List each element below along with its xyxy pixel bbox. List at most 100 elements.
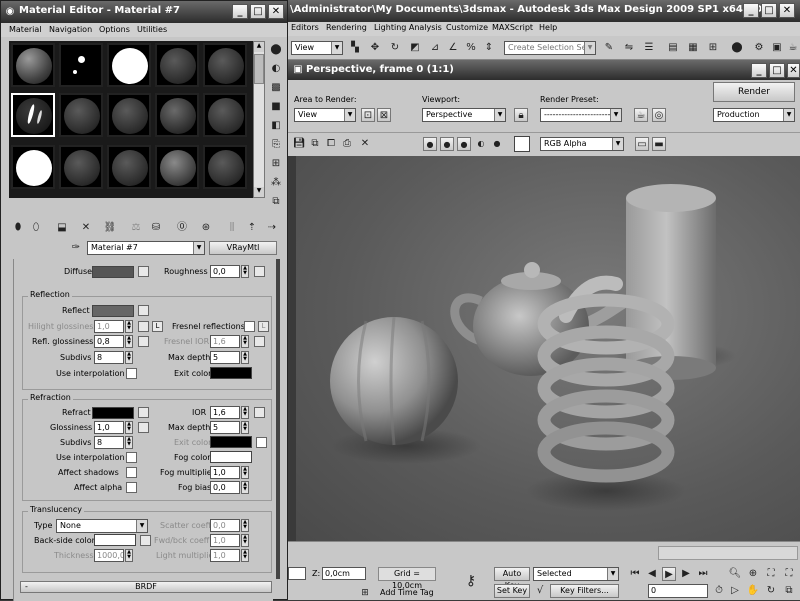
- light-multiplier-field[interactable]: 1,0: [210, 549, 240, 562]
- sample-slot-8[interactable]: [107, 93, 151, 137]
- affect-shadows-checkbox[interactable]: [126, 467, 137, 478]
- refr-exit-color-checkbox[interactable]: [256, 437, 267, 448]
- options-icon[interactable]: ⊞: [269, 157, 283, 171]
- red-channel-icon[interactable]: ●: [423, 137, 437, 151]
- edit-region-icon[interactable]: ⊡: [361, 108, 375, 122]
- fresnel-ior-spinner[interactable]: ▲ ▼: [241, 335, 249, 348]
- save-image-icon[interactable]: 💾︎: [292, 137, 306, 151]
- show-map-in-viewport-icon[interactable]: ⊛: [199, 221, 213, 235]
- sample-slot-2[interactable]: [59, 43, 103, 87]
- fog-color-swatch[interactable]: [210, 451, 252, 463]
- prev-frame-icon[interactable]: ◀: [645, 567, 659, 581]
- copy-material-icon[interactable]: ⛓: [103, 221, 117, 235]
- hilight-glossiness-spinner[interactable]: ▲ ▼: [125, 320, 133, 333]
- quick-render-icon[interactable]: ☕: [786, 41, 800, 55]
- pan-icon[interactable]: ✋: [746, 584, 760, 598]
- view-select[interactable]: View ▼: [291, 41, 343, 55]
- make-unique-icon[interactable]: ⚖: [129, 221, 143, 235]
- mono-channel-icon[interactable]: ●: [490, 137, 504, 151]
- hilight-lock-button[interactable]: L: [152, 321, 163, 332]
- curve-editor-icon[interactable]: ▦: [686, 41, 700, 55]
- sample-slots-scrollbar[interactable]: ▲ ▼: [253, 41, 265, 198]
- production-select[interactable]: Production ▼: [713, 108, 795, 122]
- fresnel-checkbox[interactable]: [244, 321, 255, 332]
- rotate-icon[interactable]: ↻: [388, 41, 402, 55]
- reset-material-icon[interactable]: ✕: [79, 221, 93, 235]
- refr-exit-color-swatch[interactable]: [210, 436, 252, 448]
- minimize-button[interactable]: _: [743, 3, 759, 18]
- render-setup-button-icon[interactable]: ☕: [634, 108, 648, 122]
- zoom-extents-icon[interactable]: ⛶: [764, 567, 778, 581]
- sample-slot-13[interactable]: [107, 145, 151, 189]
- fog-multiplier-field[interactable]: 1,0: [210, 466, 240, 479]
- material-editor-icon[interactable]: ⬤: [730, 41, 744, 55]
- mirror-icon[interactable]: ⇋: [622, 41, 636, 55]
- auto-key-button[interactable]: Auto Key: [494, 567, 530, 590]
- refl-max-depth-field[interactable]: 5: [210, 351, 240, 364]
- sample-slot-7[interactable]: [59, 93, 103, 137]
- fog-bias-field[interactable]: 0,0: [210, 481, 240, 494]
- color-swatch-white[interactable]: [514, 136, 530, 152]
- orbit-icon[interactable]: ↻: [764, 584, 778, 598]
- angle-snap-icon[interactable]: ∠: [446, 41, 460, 55]
- sample-slot-15[interactable]: [203, 145, 247, 189]
- refr-glossiness-field[interactable]: 1,0: [94, 421, 124, 434]
- add-time-tag-icon[interactable]: ⊞: [358, 586, 372, 600]
- thickness-field[interactable]: 1000,0: [94, 549, 124, 562]
- refl-use-interpolation-checkbox[interactable]: [126, 368, 137, 379]
- render-frame-icon[interactable]: ▣: [770, 41, 784, 55]
- me-menu-navigation[interactable]: Navigation: [49, 25, 92, 34]
- maximize-button[interactable]: □: [761, 3, 777, 18]
- auto-region-icon[interactable]: ⊠: [377, 108, 391, 122]
- edit-named-selection-icon[interactable]: ✎: [602, 41, 616, 55]
- render-button[interactable]: Render: [713, 82, 795, 102]
- green-channel-icon[interactable]: ●: [440, 137, 454, 151]
- zoom-all-icon[interactable]: ⊕: [746, 567, 760, 581]
- move-icon[interactable]: ✥: [368, 41, 382, 55]
- tangent-icon[interactable]: √: [533, 584, 547, 598]
- refract-map-button[interactable]: [138, 407, 149, 418]
- put-to-library-icon[interactable]: ⛁: [149, 221, 163, 235]
- sample-slot-12[interactable]: [59, 145, 103, 189]
- frame-field[interactable]: 0: [648, 584, 708, 598]
- scatter-coeff-field[interactable]: 0,0: [210, 519, 240, 532]
- material-map-navigator-icon[interactable]: ⧉: [269, 195, 283, 209]
- environment-icon[interactable]: ◎: [652, 108, 666, 122]
- toggle-ui-icon[interactable]: ▬: [652, 137, 666, 151]
- add-time-tag-label[interactable]: Add Time Tag: [380, 588, 434, 597]
- key-icon[interactable]: ⚷: [464, 574, 478, 588]
- go-to-parent-icon[interactable]: ⇡: [245, 221, 259, 235]
- copy-image-icon[interactable]: ⧉: [308, 137, 322, 151]
- z-coord-field[interactable]: 0,0cm: [322, 567, 366, 580]
- time-config-icon[interactable]: ⏱: [712, 584, 726, 598]
- sample-slot-6[interactable]: [11, 93, 55, 137]
- render-preset-select[interactable]: ------------------------- ▼: [540, 108, 622, 122]
- pick-material-eyedropper-icon[interactable]: ✑: [69, 241, 83, 255]
- render-minimize-button[interactable]: _: [751, 63, 767, 78]
- refr-subdivs-field[interactable]: 8: [94, 436, 124, 449]
- layer-icon[interactable]: ▤: [666, 41, 680, 55]
- align-icon[interactable]: ☰: [642, 41, 656, 55]
- material-type-button[interactable]: VRayMtl: [209, 241, 277, 255]
- channel-select[interactable]: RGB Alpha ▼: [540, 137, 624, 151]
- refl-glossiness-spinner[interactable]: ▲ ▼: [125, 335, 133, 348]
- goto-end-icon[interactable]: ⏭: [696, 567, 710, 581]
- make-preview-icon[interactable]: ⎘: [269, 138, 283, 152]
- refr-glossiness-map-button[interactable]: [138, 422, 149, 433]
- select-filter-icon[interactable]: ▚: [348, 41, 362, 55]
- refr-use-interpolation-checkbox[interactable]: [126, 452, 137, 463]
- play-icon[interactable]: ▶: [662, 567, 676, 581]
- fresnel-lock-button[interactable]: L: [258, 321, 269, 332]
- sample-slot-5[interactable]: [203, 43, 247, 87]
- sample-slot-1[interactable]: [11, 43, 55, 87]
- refr-subdivs-spinner[interactable]: ▲ ▼: [125, 436, 133, 449]
- thickness-spinner[interactable]: ▲ ▼: [125, 549, 133, 562]
- render-setup-icon[interactable]: ⚙: [752, 41, 766, 55]
- alpha-channel-icon[interactable]: ◐: [474, 137, 488, 151]
- backlight-icon[interactable]: ◐: [269, 62, 283, 76]
- menu-maxscript[interactable]: MAXScript: [492, 23, 533, 32]
- schematic-icon[interactable]: ⊞: [706, 41, 720, 55]
- refl-max-depth-spinner[interactable]: ▲ ▼: [241, 351, 249, 364]
- material-name-field[interactable]: Material #7 ▼: [87, 241, 205, 255]
- maximize-viewport-icon[interactable]: ⧉: [782, 584, 796, 598]
